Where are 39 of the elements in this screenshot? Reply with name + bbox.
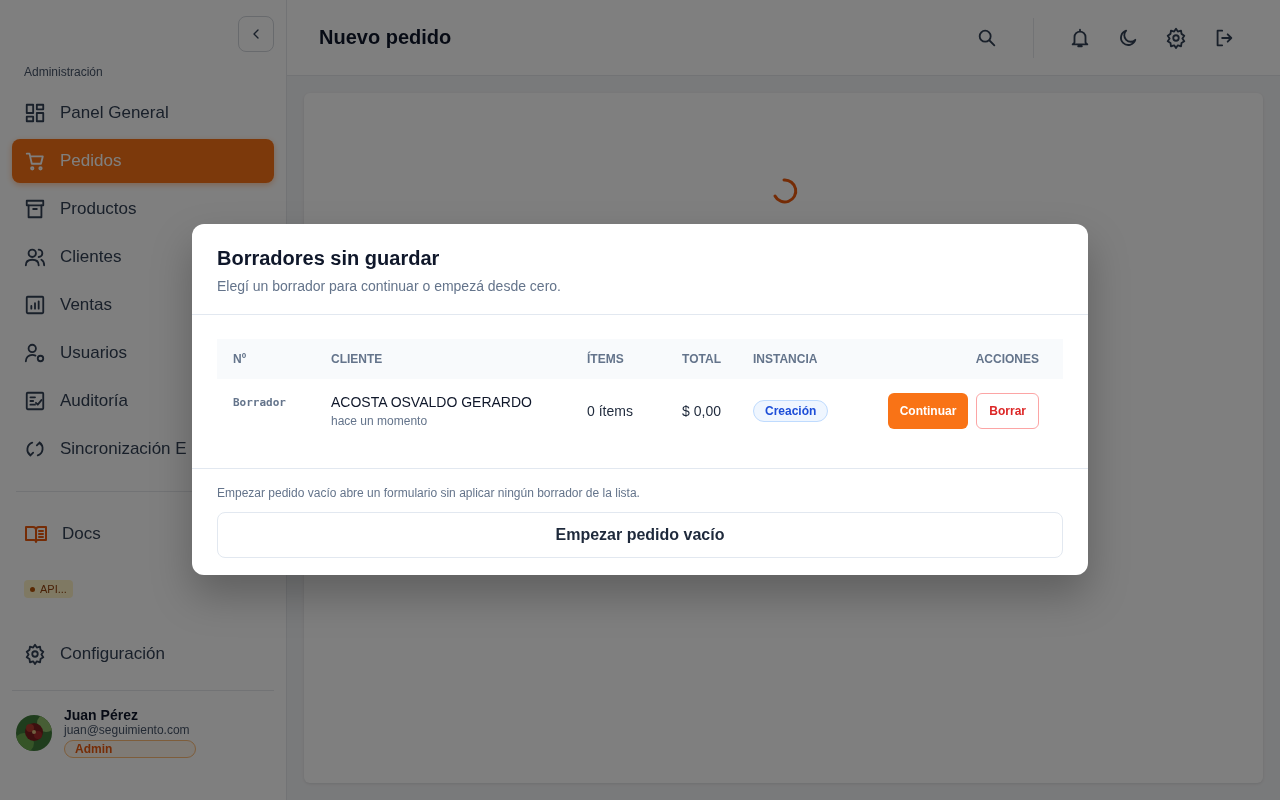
role-badge: Admin xyxy=(64,740,196,758)
empty-order-button[interactable]: Empezar pedido vacío xyxy=(217,512,1063,558)
sidebar-item[interactable]: Pedidos xyxy=(12,139,274,183)
status-badge: API... xyxy=(24,580,73,598)
user-name: Juan Pérez xyxy=(64,707,139,723)
page-title: Nuevo pedido xyxy=(319,26,453,49)
dashboard-icon xyxy=(24,102,46,124)
column-header: Nº xyxy=(217,339,315,379)
chart-icon xyxy=(24,294,46,316)
draft-time: hace un momento xyxy=(331,414,429,428)
settings-icon xyxy=(24,643,46,665)
client-name: ACOSTA OSVALDO GERARDO xyxy=(331,394,533,410)
sidebar-item[interactable]: Sincronización E xyxy=(12,427,274,471)
checklist-icon xyxy=(24,390,46,412)
user-gear-icon xyxy=(24,342,46,364)
bell-icon xyxy=(1069,26,1091,49)
section-label: Administración xyxy=(24,65,104,79)
footer-note: Empezar pedido vacío abre un formulario sin aplicar ningún borrador de la lista. xyxy=(217,486,641,500)
column-header: CLIENTE xyxy=(315,339,571,379)
column-header: INSTANCIA xyxy=(737,339,867,379)
archive-icon xyxy=(24,198,46,220)
settings-link[interactable]: Configuración xyxy=(12,632,274,676)
continue-button[interactable]: Continuar xyxy=(887,393,969,429)
users-icon xyxy=(24,246,46,268)
column-header: ÍTEMS xyxy=(571,339,657,379)
cart-icon xyxy=(24,150,46,172)
dialog-title: Borradores sin guardar xyxy=(217,247,441,270)
delete-button[interactable]: Borrar xyxy=(976,393,1039,429)
draft-number: Borrador xyxy=(233,396,287,409)
column-header: ACCIONES xyxy=(867,339,1063,379)
dialog-subtitle: Elegí un borrador para continuar o empezá desde cero. xyxy=(217,278,562,294)
column-header: TOTAL xyxy=(657,339,737,379)
sidebar-item[interactable]: Panel General xyxy=(12,91,274,135)
sidebar-item[interactable]: Productos xyxy=(12,187,274,231)
instance-badge: Creación xyxy=(753,400,829,422)
user-email: juan@seguimiento.com xyxy=(64,723,191,737)
item-count: 0 ítems xyxy=(587,403,634,419)
settings-icon xyxy=(1165,26,1187,49)
order-total: $ 0,00 xyxy=(682,403,721,419)
